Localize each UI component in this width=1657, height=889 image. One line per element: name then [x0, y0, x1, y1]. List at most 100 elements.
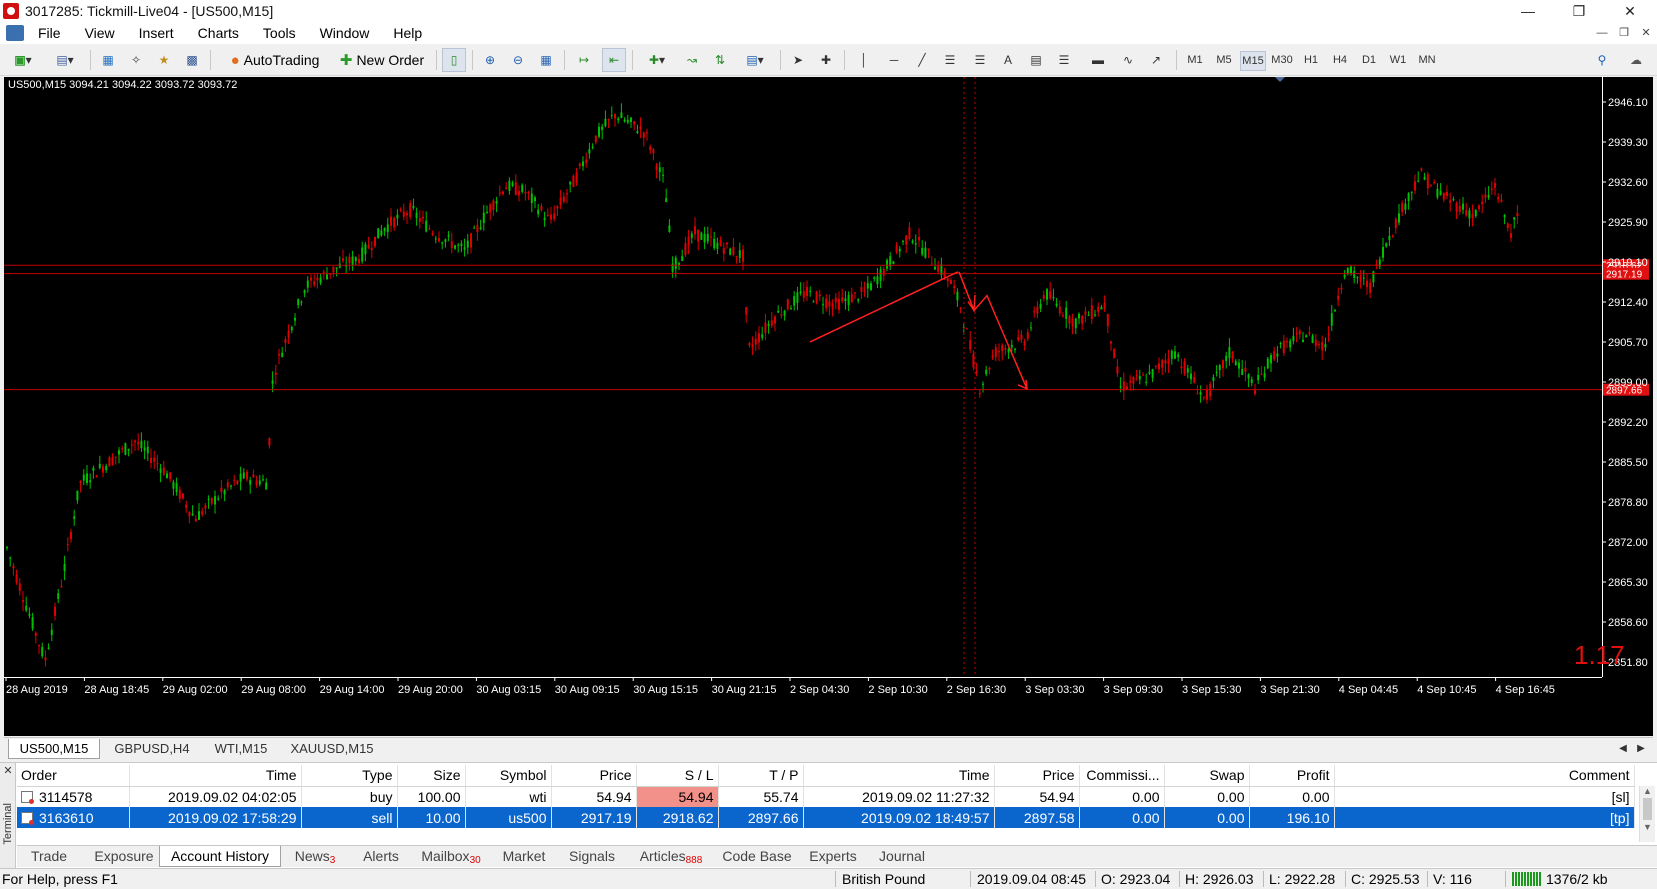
table-row[interactable]: 3163610 2019.09.02 17:58:29 sell 10.00 u…: [17, 807, 1635, 828]
close-icon[interactable]: ✕: [1607, 0, 1653, 22]
chat-icon[interactable]: ☁: [1624, 48, 1648, 72]
timeframe-mn[interactable]: MN: [1414, 51, 1440, 71]
autotrading-button[interactable]: ● AutoTrading: [218, 48, 332, 72]
col-swap[interactable]: Swap: [1164, 765, 1250, 787]
candle-body: [585, 159, 588, 163]
scroll-thumb[interactable]: [1643, 798, 1652, 820]
tab-signals[interactable]: Signals: [559, 846, 625, 867]
col-sl[interactable]: S / L: [636, 765, 719, 787]
candle-body: [1164, 360, 1167, 364]
chart-tab-wti[interactable]: WTI,M15: [204, 739, 278, 759]
menu-tools[interactable]: Tools: [253, 22, 310, 44]
search-icon[interactable]: ⚲: [1590, 48, 1614, 72]
indicators-icon[interactable]: ✚ ▾: [640, 48, 674, 72]
tab-journal[interactable]: Journal: [869, 846, 935, 867]
horizontal-line-icon[interactable]: ─: [882, 48, 906, 72]
candle-body: [140, 440, 143, 449]
restore-icon[interactable]: ❐: [1556, 0, 1602, 22]
price-chart[interactable]: US500,M15 3094.21 3094.22 3093.72 3093.7…: [4, 77, 1653, 736]
text-label-icon[interactable]: ▤: [1024, 48, 1048, 72]
new-order-button[interactable]: ✚ New Order: [334, 48, 430, 72]
tab-scroll-left-icon[interactable]: ◀: [1616, 739, 1630, 759]
tab-exposure[interactable]: Exposure: [79, 846, 169, 867]
table-scrollbar[interactable]: ▲ ▼: [1639, 786, 1655, 842]
tab-trade[interactable]: Trade: [21, 846, 77, 867]
scroll-down-icon[interactable]: ▼: [1640, 822, 1655, 832]
timeframe-m30[interactable]: M30: [1269, 51, 1295, 71]
tab-news[interactable]: News3: [283, 846, 347, 867]
data-window-icon[interactable]: ★: [152, 48, 176, 72]
menu-window[interactable]: Window: [310, 22, 384, 44]
candle-body: [700, 232, 703, 240]
tab-articles[interactable]: Articles888: [629, 846, 713, 867]
tab-scroll-right-icon[interactable]: ▶: [1634, 739, 1648, 759]
periodicity-icon[interactable]: ↝: [680, 48, 704, 72]
chart-tab-us500[interactable]: US500,M15: [8, 739, 100, 759]
market-watch-icon[interactable]: ▦: [96, 48, 120, 72]
timeframe-m1[interactable]: M1: [1182, 51, 1208, 71]
profiles-icon[interactable]: ▤ ▾: [48, 48, 82, 72]
fibo-fan-icon[interactable]: ☰: [1052, 48, 1076, 72]
mdi-close-icon[interactable]: ✕: [1634, 22, 1657, 44]
tile-windows-icon[interactable]: ▦: [534, 48, 558, 72]
terminal-close-icon[interactable]: ✕: [2, 765, 14, 777]
menu-insert[interactable]: Insert: [129, 22, 188, 44]
zoom-in-icon[interactable]: ⊕: [478, 48, 502, 72]
chart-shift-icon[interactable]: ⇤: [602, 48, 626, 72]
timeframe-m5[interactable]: M5: [1211, 51, 1237, 71]
menu-view[interactable]: View: [75, 22, 129, 44]
auto-scroll-icon[interactable]: ↦: [572, 48, 596, 72]
arrows-icon[interactable]: ↗: [1144, 48, 1168, 72]
timeframe-m15[interactable]: M15: [1240, 51, 1266, 71]
new-chart-icon[interactable]: ▣ ▾: [6, 48, 40, 72]
fibonacci-icon[interactable]: ☰: [968, 48, 992, 72]
table-row[interactable]: 3114578 2019.09.02 04:02:05 buy 100.00 w…: [17, 786, 1635, 807]
periods-icon[interactable]: ⇅: [708, 48, 732, 72]
crosshair-icon[interactable]: ✚: [814, 48, 838, 72]
menu-charts[interactable]: Charts: [188, 22, 253, 44]
trendline-icon[interactable]: ╱: [910, 48, 934, 72]
tab-code-base[interactable]: Code Base: [717, 846, 797, 867]
chart-tab-xauusd[interactable]: XAUUSD,M15: [282, 739, 382, 759]
mdi-minimize-icon[interactable]: —: [1590, 22, 1614, 44]
navigator-icon[interactable]: ✧: [124, 48, 148, 72]
tab-market[interactable]: Market: [493, 846, 555, 867]
elliott-wave-icon[interactable]: ∿: [1116, 48, 1140, 72]
col-profit[interactable]: Profit: [1249, 765, 1335, 787]
templates-icon[interactable]: ▤ ▾: [738, 48, 772, 72]
menu-help[interactable]: Help: [383, 22, 436, 44]
zoom-out-icon[interactable]: ⊖: [506, 48, 530, 72]
col-size[interactable]: Size: [397, 765, 466, 787]
rectangle-icon[interactable]: ▬: [1086, 48, 1110, 72]
col-type[interactable]: Type: [301, 765, 398, 787]
col-symbol[interactable]: Symbol: [465, 765, 552, 787]
col-close-time[interactable]: Time: [803, 765, 995, 787]
terminal-icon[interactable]: ▩: [180, 48, 204, 72]
tab-experts[interactable]: Experts: [801, 846, 865, 867]
col-order[interactable]: Order: [17, 765, 130, 787]
shift-marker-icon[interactable]: [1275, 77, 1285, 82]
tab-account-history[interactable]: Account History: [159, 846, 281, 867]
col-price[interactable]: Price: [551, 765, 637, 787]
chart-tab-gbpusd[interactable]: GBPUSD,H4: [104, 739, 200, 759]
col-comment[interactable]: Comment: [1334, 765, 1635, 787]
col-commission[interactable]: Commissi...: [1079, 765, 1165, 787]
timeframe-h4[interactable]: H4: [1327, 51, 1353, 71]
timeframe-h1[interactable]: H1: [1298, 51, 1324, 71]
col-time[interactable]: Time: [129, 765, 302, 787]
timeframe-w1[interactable]: W1: [1385, 51, 1411, 71]
equidistant-channel-icon[interactable]: ☰: [938, 48, 962, 72]
mdi-restore-icon[interactable]: ❐: [1612, 22, 1636, 44]
text-icon[interactable]: A: [996, 48, 1020, 72]
menu-file[interactable]: File: [28, 22, 75, 44]
cursor-icon[interactable]: ➤: [786, 48, 810, 72]
vertical-line-icon[interactable]: │: [852, 48, 876, 72]
col-tp[interactable]: T / P: [718, 765, 804, 787]
timeframe-d1[interactable]: D1: [1356, 51, 1382, 71]
candlesticks-icon[interactable]: ▯: [442, 48, 466, 72]
scroll-up-icon[interactable]: ▲: [1640, 786, 1655, 796]
minimize-icon[interactable]: —: [1505, 0, 1551, 22]
tab-mailbox[interactable]: Mailbox30: [413, 846, 489, 867]
col-close-price[interactable]: Price: [994, 765, 1080, 787]
tab-alerts[interactable]: Alerts: [351, 846, 411, 867]
